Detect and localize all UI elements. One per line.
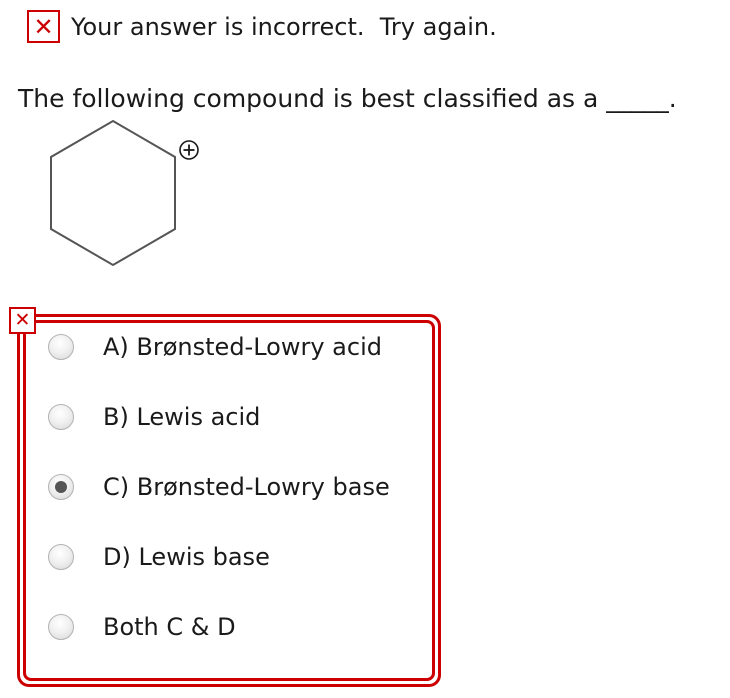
choice-a[interactable]: A) Brønsted-Lowry acid: [48, 327, 382, 367]
radio-choice-a[interactable]: [48, 334, 74, 360]
choice-c-label: C) Brønsted-Lowry base: [103, 473, 390, 501]
choice-d[interactable]: D) Lewis base: [48, 537, 270, 577]
radio-choice-b[interactable]: [48, 404, 74, 430]
radio-choice-d[interactable]: [48, 544, 74, 570]
choice-d-label: D) Lewis base: [103, 543, 270, 571]
cyclohexane-ring: [50, 119, 176, 267]
choice-b-label: B) Lewis acid: [103, 403, 261, 431]
answer-incorrect-x-icon: ✕: [9, 307, 36, 334]
positive-charge-icon: [179, 140, 199, 160]
radio-choice-c[interactable]: [48, 474, 74, 500]
feedback-text: Your answer is incorrect. Try again.: [71, 12, 497, 41]
choice-b[interactable]: B) Lewis acid: [48, 397, 260, 437]
feedback-banner: ✕ Your answer is incorrect. Try again.: [27, 10, 497, 43]
choice-c[interactable]: C) Brønsted-Lowry base: [48, 467, 390, 507]
choice-e-label: Both C & D: [103, 613, 236, 641]
molecule-structure: [50, 119, 199, 267]
question-text: The following compound is best classifie…: [18, 84, 677, 113]
choice-e[interactable]: Both C & D: [48, 607, 236, 647]
incorrect-x-icon: ✕: [27, 10, 60, 43]
radio-choice-e[interactable]: [48, 614, 74, 640]
choice-a-label: A) Brønsted-Lowry acid: [103, 333, 382, 361]
